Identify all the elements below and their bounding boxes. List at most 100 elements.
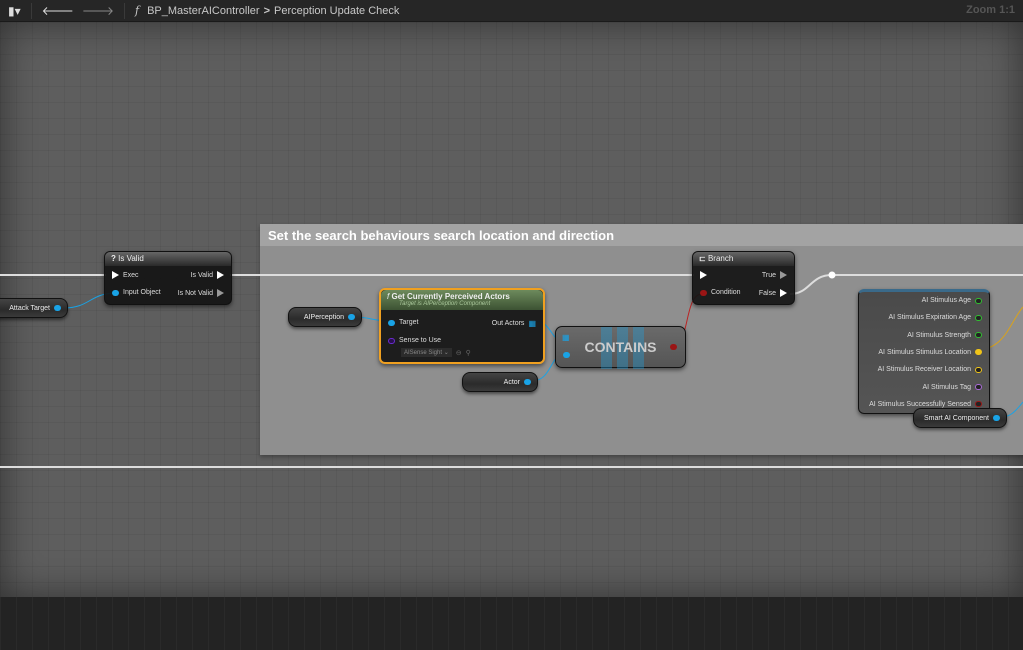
graph-canvas[interactable]: Set the search behaviours search locatio…: [0, 22, 1023, 597]
break-ai-stimulus-node[interactable]: AI Stimulus Age AI Stimulus Expiration Ag…: [858, 289, 990, 414]
pin-label: Target: [399, 319, 419, 326]
back-arrow-icon[interactable]: 🡐: [38, 3, 78, 18]
array-pin-icon: ▦: [528, 319, 536, 328]
pin-label: AI Stimulus Successfully Sensed: [869, 400, 971, 408]
target-pin[interactable]: Target: [388, 319, 418, 326]
input-object-pin[interactable]: Input Object: [112, 289, 161, 296]
condition-pin[interactable]: Condition: [700, 289, 741, 296]
actor-variable[interactable]: Actor: [462, 372, 538, 392]
node-subtitle: Target is AIPerception Component: [399, 301, 491, 307]
stimulus-pin[interactable]: AI Stimulus Tag: [922, 384, 982, 391]
attack-target-variable[interactable]: Attack Target: [0, 298, 68, 318]
stimulus-pin[interactable]: AI Stimulus Receiver Location: [878, 366, 982, 373]
variable-label: Actor: [503, 378, 520, 386]
node-header: f Get Currently Perceived Actors Target …: [381, 290, 543, 310]
object-pin-icon[interactable]: [563, 352, 570, 358]
exec-pin-icon: [780, 289, 787, 297]
exec-pin-icon: [217, 271, 224, 279]
breadcrumb-root[interactable]: BP_MasterAIController: [147, 5, 260, 17]
bool-pin-icon: [700, 289, 707, 296]
bookmark-icon[interactable]: ▮▾: [4, 4, 25, 18]
stimulus-pin[interactable]: AI Stimulus Stimulus Location: [878, 349, 982, 356]
pin-label: False: [758, 289, 776, 297]
object-pin-icon[interactable]: [348, 314, 355, 320]
object-pin-icon: [388, 319, 395, 326]
divider: [124, 2, 126, 19]
exec-pin-icon: [217, 289, 224, 297]
exec-in-pin[interactable]: [700, 271, 707, 279]
class-pin-icon: [388, 337, 395, 344]
true-pin[interactable]: True: [762, 271, 787, 279]
sense-to-use-pin[interactable]: Sense to Use: [388, 337, 441, 344]
stimulus-pin[interactable]: AI Stimulus Age: [922, 297, 982, 304]
is-valid-pin[interactable]: Is Valid: [191, 271, 224, 279]
node-header: ? Is Valid: [105, 252, 231, 266]
stimulus-pin[interactable]: AI Stimulus Expiration Age: [888, 314, 982, 322]
pin-icon: [975, 332, 982, 339]
pin-label: AI Stimulus Tag: [922, 383, 971, 391]
node-title: Get Currently Perceived Actors: [391, 292, 510, 301]
node-header: ⊏ Branch: [693, 252, 794, 266]
object-pin-icon[interactable]: [524, 379, 531, 385]
pin-label: Input Object: [123, 289, 161, 296]
browse-icon[interactable]: ⊖: [456, 349, 462, 357]
ai-perception-variable[interactable]: AIPerception: [288, 307, 362, 327]
search-icon[interactable]: ⚲: [466, 349, 471, 357]
pin-icon: [975, 297, 982, 304]
pin-label: AI Stimulus Receiver Location: [877, 366, 971, 374]
is-not-valid-pin[interactable]: Is Not Valid: [178, 289, 224, 297]
pin-label: Is Not Valid: [177, 289, 213, 297]
forward-arrow-icon[interactable]: 🡒: [78, 3, 118, 18]
branch-node[interactable]: ⊏ Branch True Condition False: [692, 251, 795, 305]
pin-label: AI Stimulus Age: [921, 297, 971, 304]
exec-pin-icon: [112, 271, 119, 279]
pin-label: Sense to Use: [399, 337, 442, 344]
pin-label: True: [761, 271, 776, 279]
pin-icon: [975, 314, 982, 321]
dropdown-value: AISense Sight: [404, 350, 443, 356]
false-pin[interactable]: False: [759, 289, 787, 297]
sense-dropdown[interactable]: AISense Sight ⌄ ⊖ ⚲: [401, 348, 471, 357]
divider: [30, 2, 32, 19]
breadcrumb-current[interactable]: Perception Update Check: [274, 5, 399, 17]
get-currently-perceived-actors-node[interactable]: f Get Currently Perceived Actors Target …: [379, 288, 545, 364]
pin-icon: [975, 349, 982, 356]
is-valid-node[interactable]: ? Is Valid Exec Is Valid Input Object Is…: [104, 251, 232, 305]
zoom-level: Zoom 1:1: [966, 4, 1015, 16]
question-icon: ?: [111, 254, 116, 263]
smart-ai-component-variable[interactable]: Smart AI Component: [913, 408, 1007, 428]
variable-label: AIPerception: [303, 313, 344, 321]
node-title: Is Valid: [118, 254, 144, 263]
variable-label: Attack Target: [9, 304, 50, 312]
pin-label: Exec: [123, 271, 139, 279]
contains-node[interactable]: CONTAINS ▦: [555, 326, 686, 369]
pin-label: Condition: [711, 289, 741, 296]
breadcrumb-separator: >: [263, 4, 271, 17]
function-icon: f: [387, 292, 390, 301]
object-pin-icon[interactable]: [993, 415, 1000, 421]
branch-icon: ⊏: [699, 254, 706, 263]
node-title: Branch: [707, 254, 734, 263]
array-pin-icon[interactable]: ▦: [562, 333, 570, 342]
pin-label: AI Stimulus Expiration Age: [888, 314, 972, 322]
function-icon: f: [135, 4, 140, 17]
pin-icon: [975, 401, 982, 408]
exec-pin-icon: [700, 271, 707, 279]
pin-label: AI Stimulus Strength: [907, 331, 971, 339]
object-pin-icon: [112, 289, 119, 296]
toolbar: ▮▾ 🡐 🡒 f BP_MasterAIController > Percept…: [0, 0, 1023, 22]
bool-pin-icon[interactable]: [670, 344, 677, 350]
stimulus-pin[interactable]: AI Stimulus Successfully Sensed: [869, 401, 982, 408]
out-actors-pin[interactable]: Out Actors ▦: [492, 319, 536, 328]
exec-in-pin[interactable]: Exec: [112, 271, 139, 279]
pin-icon: [975, 384, 982, 390]
pin-icon: [975, 366, 982, 373]
variable-label: Smart AI Component: [924, 414, 989, 422]
pin-label: AI Stimulus Stimulus Location: [878, 348, 971, 356]
comment-title[interactable]: Set the search behaviours search locatio…: [260, 224, 1023, 246]
exec-pin-icon: [780, 271, 787, 279]
bottom-panel: [0, 597, 1023, 650]
object-pin-icon[interactable]: [54, 305, 61, 311]
pin-label: Out Actors: [491, 320, 525, 327]
stimulus-pin[interactable]: AI Stimulus Strength: [907, 332, 982, 339]
